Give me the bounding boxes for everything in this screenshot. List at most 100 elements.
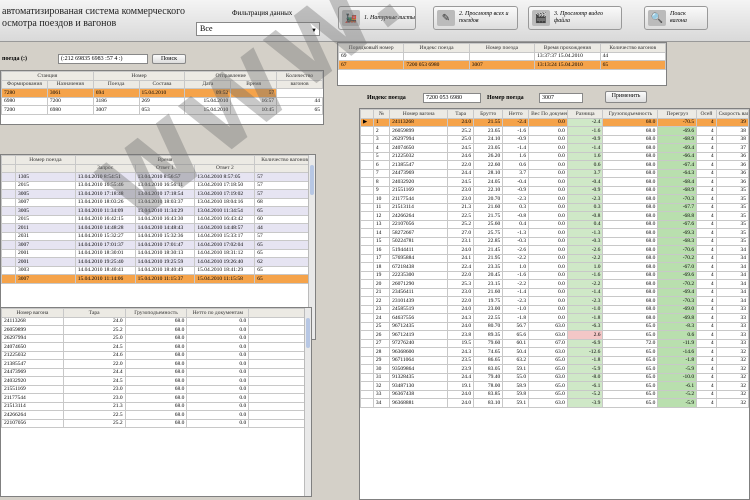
- column-header[interactable]: [254, 163, 315, 173]
- table-row[interactable]: 3003 14.04.2010 18:40:41 14.04.2010 18:40:…: [1, 265, 315, 275]
- table-row[interactable]: 21 23456411 23.0 21.60 -1.4 0.0 -1.4 68.0 -69.4 4…: [360, 287, 749, 297]
- table-row[interactable]: 67 7200 053 6980 3007 13:13:24 15.04.2010 65: [338, 60, 666, 70]
- table-row[interactable]: 2015 14.04.2010 16:42:15 14.04.2010 16:43:…: [1, 214, 315, 224]
- column-header[interactable]: Назначения: [46, 79, 94, 89]
- table-row[interactable]: ▶ 1 24113268 24.0 21.55 -2.4 0.0 -2.4 68.0 -70.5 4…: [360, 117, 749, 127]
- table-row[interactable]: 24032920 24.5 68.0 0.0: [1, 376, 311, 386]
- table-row[interactable]: 30 93509864 23.9 83.05 59.1 65.0 -5.9 65.0 -5.9 4…: [360, 364, 749, 374]
- table-row[interactable]: 19 22235300 22.0 20.45 -1.6 0.0 -1.6 68.0 -69.6 4…: [360, 270, 749, 280]
- column-header[interactable]: Ответ 2: [194, 163, 256, 173]
- table-row[interactable]: 3007 14.04.2010 17:01:37 14.04.2010 17:01:…: [1, 240, 315, 250]
- table-row[interactable]: 2011 14.04.2010 14:48:28 14.04.2010 14:48:…: [1, 223, 315, 233]
- apply-button[interactable]: Применить: [605, 91, 647, 103]
- group-header[interactable]: Количество: [276, 71, 323, 81]
- column-header[interactable]: Брутто: [473, 109, 504, 119]
- column-header[interactable]: Осей: [696, 109, 717, 119]
- table-row[interactable]: Запрос Ответ 1 Ответ 2: [1, 163, 315, 173]
- table-row[interactable]: 34 96368881 24.0 83.10 59.1 63.0 -3.9 65.0 -5.9 4…: [360, 398, 749, 408]
- table-row[interactable]: 26297994 25.0 68.0 0.0: [1, 333, 311, 343]
- column-header[interactable]: Вес По документам: [528, 109, 568, 119]
- table-row[interactable]: 9 21551169 23.0 22.10 -0.9 0.0 -0.9 68.0 -68.9 4 3…: [360, 185, 749, 195]
- table-row[interactable]: 21551169 23.0 68.0 0.0: [1, 384, 311, 394]
- column-header[interactable]: Время прохождения: [534, 43, 601, 53]
- table-row[interactable]: Формирования Назначения Поезда Состава Дата В…: [1, 79, 323, 89]
- table-row[interactable]: Номер поезда Время Количество вагонов: [1, 155, 315, 165]
- column-header[interactable]: [15, 163, 76, 173]
- table-row[interactable]: Номер вагона Тара Грузоподъемность Нетто по…: [1, 308, 311, 318]
- table-row[interactable]: 20 26071290 25.3 23.15 -2.2 0.0 -2.2 68.0 -70.2 4…: [360, 279, 749, 289]
- table-row[interactable]: 6 21385547 22.0 22.60 0.6 0.0 0.6 68.0 -67.4 4 36: [360, 160, 749, 170]
- column-header[interactable]: [1, 163, 16, 173]
- table-row[interactable]: 24473969 24.4 68.0 0.0: [1, 367, 311, 377]
- table-row[interactable]: 28 96368600 24.3 74.65 50.4 63.0 -12.6 65.0 -14.…: [360, 347, 749, 357]
- table-row[interactable]: 21177544 23.0 68.0 0.0: [1, 393, 311, 403]
- table-row[interactable]: 2 26059899 25.2 23.65 -1.6 0.0 -1.6 68.0 -69.6 4 3…: [360, 126, 749, 136]
- column-header[interactable]: [1, 155, 16, 165]
- table-row[interactable]: 2001 14.04.2010 18:30:01 14.04.2010 18:30:…: [1, 248, 315, 258]
- column-header[interactable]: №: [372, 109, 391, 119]
- column-header[interactable]: Индекс поезда: [403, 43, 470, 53]
- column-header[interactable]: Номер вагона: [389, 109, 449, 119]
- table-row[interactable]: 26059899 25.2 68.0 0.0: [1, 325, 311, 335]
- table-row[interactable]: 23 24585519 24.0 23.00 -1.0 0.0 -1.0 68.0 -69.0 4…: [360, 304, 749, 314]
- table-row[interactable]: 3007 13.04.2010 18:03:26 13.04.2010 18:03:…: [1, 197, 315, 207]
- column-header[interactable]: Нетто: [502, 109, 530, 119]
- table-row[interactable]: 7200 6980 3007 053 15.04.2010 10:45 65: [1, 105, 323, 115]
- column-header[interactable]: Запрос: [74, 163, 136, 173]
- column-header[interactable]: Грузоподъемность: [124, 308, 188, 318]
- column-header[interactable]: Нетто по документам: [186, 308, 250, 318]
- table-row[interactable]: 22 23101439 22.0 19.75 -2.3 0.0 -2.3 68.0 -70.3 4…: [360, 296, 749, 306]
- table-row[interactable]: 29 96711064 23.5 86.65 63.2 65.0 -1.8 65.0 -1.8 4…: [360, 355, 749, 365]
- group-header[interactable]: Отправление: [184, 71, 278, 81]
- table-row[interactable]: 26 96712419 23.8 89.35 65.6 63.0 2.6 65.0 0.6 4 33: [360, 330, 749, 340]
- column-header[interactable]: Время: [230, 79, 278, 89]
- table-row[interactable]: 24 64637556 24.3 22.55 -1.8 0.0 -1.8 68.0 -69.8 4…: [360, 313, 749, 323]
- trains-list-button[interactable]: 🚂 1. Натурные листы: [338, 6, 416, 30]
- column-header[interactable]: [360, 109, 374, 119]
- table-row[interactable]: 11 21513114 21.3 21.60 0.3 0.0 0.3 68.0 -67.7 4 35: [360, 202, 749, 212]
- table-row[interactable]: 3007 15.04.2010 11:14:06 15.04.2010 11:15:…: [1, 274, 315, 284]
- table-row[interactable]: 6980 7200 3186 269 15.04.2010 16:57 44: [1, 96, 323, 106]
- table-row[interactable]: 13 22107056 25.2 25.60 0.4 0.0 0.4 68.0 -67.6 4 35: [360, 219, 749, 229]
- column-header[interactable]: Номер поезда: [468, 43, 536, 53]
- column-header[interactable]: [248, 308, 311, 318]
- search-button[interactable]: Поиск: [152, 54, 186, 64]
- table-row[interactable]: 1305 13.04.2010 8:54:51 13.04.2010 8:56:57…: [1, 172, 315, 182]
- table-row[interactable]: 4 24074650 24.5 23.05 -1.4 0.0 -1.4 68.0 -69.4 4 3…: [360, 143, 749, 153]
- column-header[interactable]: Дата: [184, 79, 232, 89]
- column-header[interactable]: Порядковый номер: [338, 43, 405, 53]
- column-header[interactable]: Состава: [138, 79, 186, 89]
- column-header[interactable]: вагонов: [276, 79, 323, 89]
- view-all-trains-button[interactable]: ✎ 2. Просмотр всех и поездов: [433, 6, 518, 30]
- table-row[interactable]: Порядковый номер Индекс поезда Номер поезд…: [338, 43, 666, 53]
- table-row[interactable]: 25 96712435 24.0 80.70 56.7 63.0 -6.3 65.0 -8.3 4…: [360, 321, 749, 331]
- table-row[interactable]: 31 91328435 24.4 79.40 55.0 63.0 -8.0 65.0 -10.0…: [360, 372, 749, 382]
- table-row[interactable]: Станция Номер Отправление Количество: [1, 71, 323, 81]
- table-row[interactable]: 22107056 25.2 68.0 0.0: [1, 418, 311, 428]
- table-row[interactable]: 16 51944411 24.0 21.45 -2.6 0.0 -2.6 68.0 -70.6 4…: [360, 245, 749, 255]
- table-row[interactable]: № Номер вагона Тара Брутто Нетто Вес По докум…: [360, 109, 749, 119]
- table-row[interactable]: 24113268 24.0 68.0 0.0: [1, 316, 311, 326]
- view-video-button[interactable]: 🎬 3. Просмотр видео файла: [528, 6, 622, 30]
- table-row[interactable]: 27 97276240 19.5 79.60 60.1 67.0 -6.9 72.0 -11.9…: [360, 338, 749, 348]
- search-wagon-button[interactable]: 🔍 Поиск вагона: [644, 6, 708, 30]
- scrollbar[interactable]: [304, 308, 311, 496]
- column-header[interactable]: Количество вагонов: [254, 155, 315, 165]
- column-header[interactable]: Номер поезда: [15, 155, 76, 165]
- filter-select[interactable]: Все ▼: [196, 22, 320, 36]
- table-row[interactable]: 21225032 24.6 68.0 0.0: [1, 350, 311, 360]
- table-row[interactable]: 3 26297994 25.0 24.10 -0.9 0.0 -0.9 68.0 -68.9 4 3…: [360, 134, 749, 144]
- table-row[interactable]: 15 50224781 23.1 22.85 -0.3 0.0 -0.3 68.0 -68.3 4…: [360, 236, 749, 246]
- train-index-input[interactable]: (:212 69835 6983 :57 4 :): [58, 54, 148, 64]
- group-header[interactable]: Время: [74, 155, 256, 165]
- column-header[interactable]: Разница: [566, 109, 604, 119]
- table-row[interactable]: 24266264 22.5 68.0 0.0: [1, 410, 311, 420]
- column-header[interactable]: Тара: [62, 308, 126, 318]
- table-row[interactable]: 8 24032920 24.5 24.05 -0.4 0.0 -0.4 68.0 -68.4 4 3…: [360, 177, 749, 187]
- column-header[interactable]: Ответ 1: [134, 163, 196, 173]
- table-row[interactable]: 21385547 22.0 68.0 0.0: [1, 359, 311, 369]
- table-row[interactable]: 2015 13.04.2010 16:55:46 13.04.2010 16:56:…: [1, 180, 315, 190]
- table-row[interactable]: 21513114 21.3 68.0 0.0: [1, 401, 311, 411]
- column-header[interactable]: Грузоподъемность: [602, 109, 659, 119]
- table-row[interactable]: 3005 13.04.2010 17:18:48 13.04.2010 17:18:…: [1, 189, 315, 199]
